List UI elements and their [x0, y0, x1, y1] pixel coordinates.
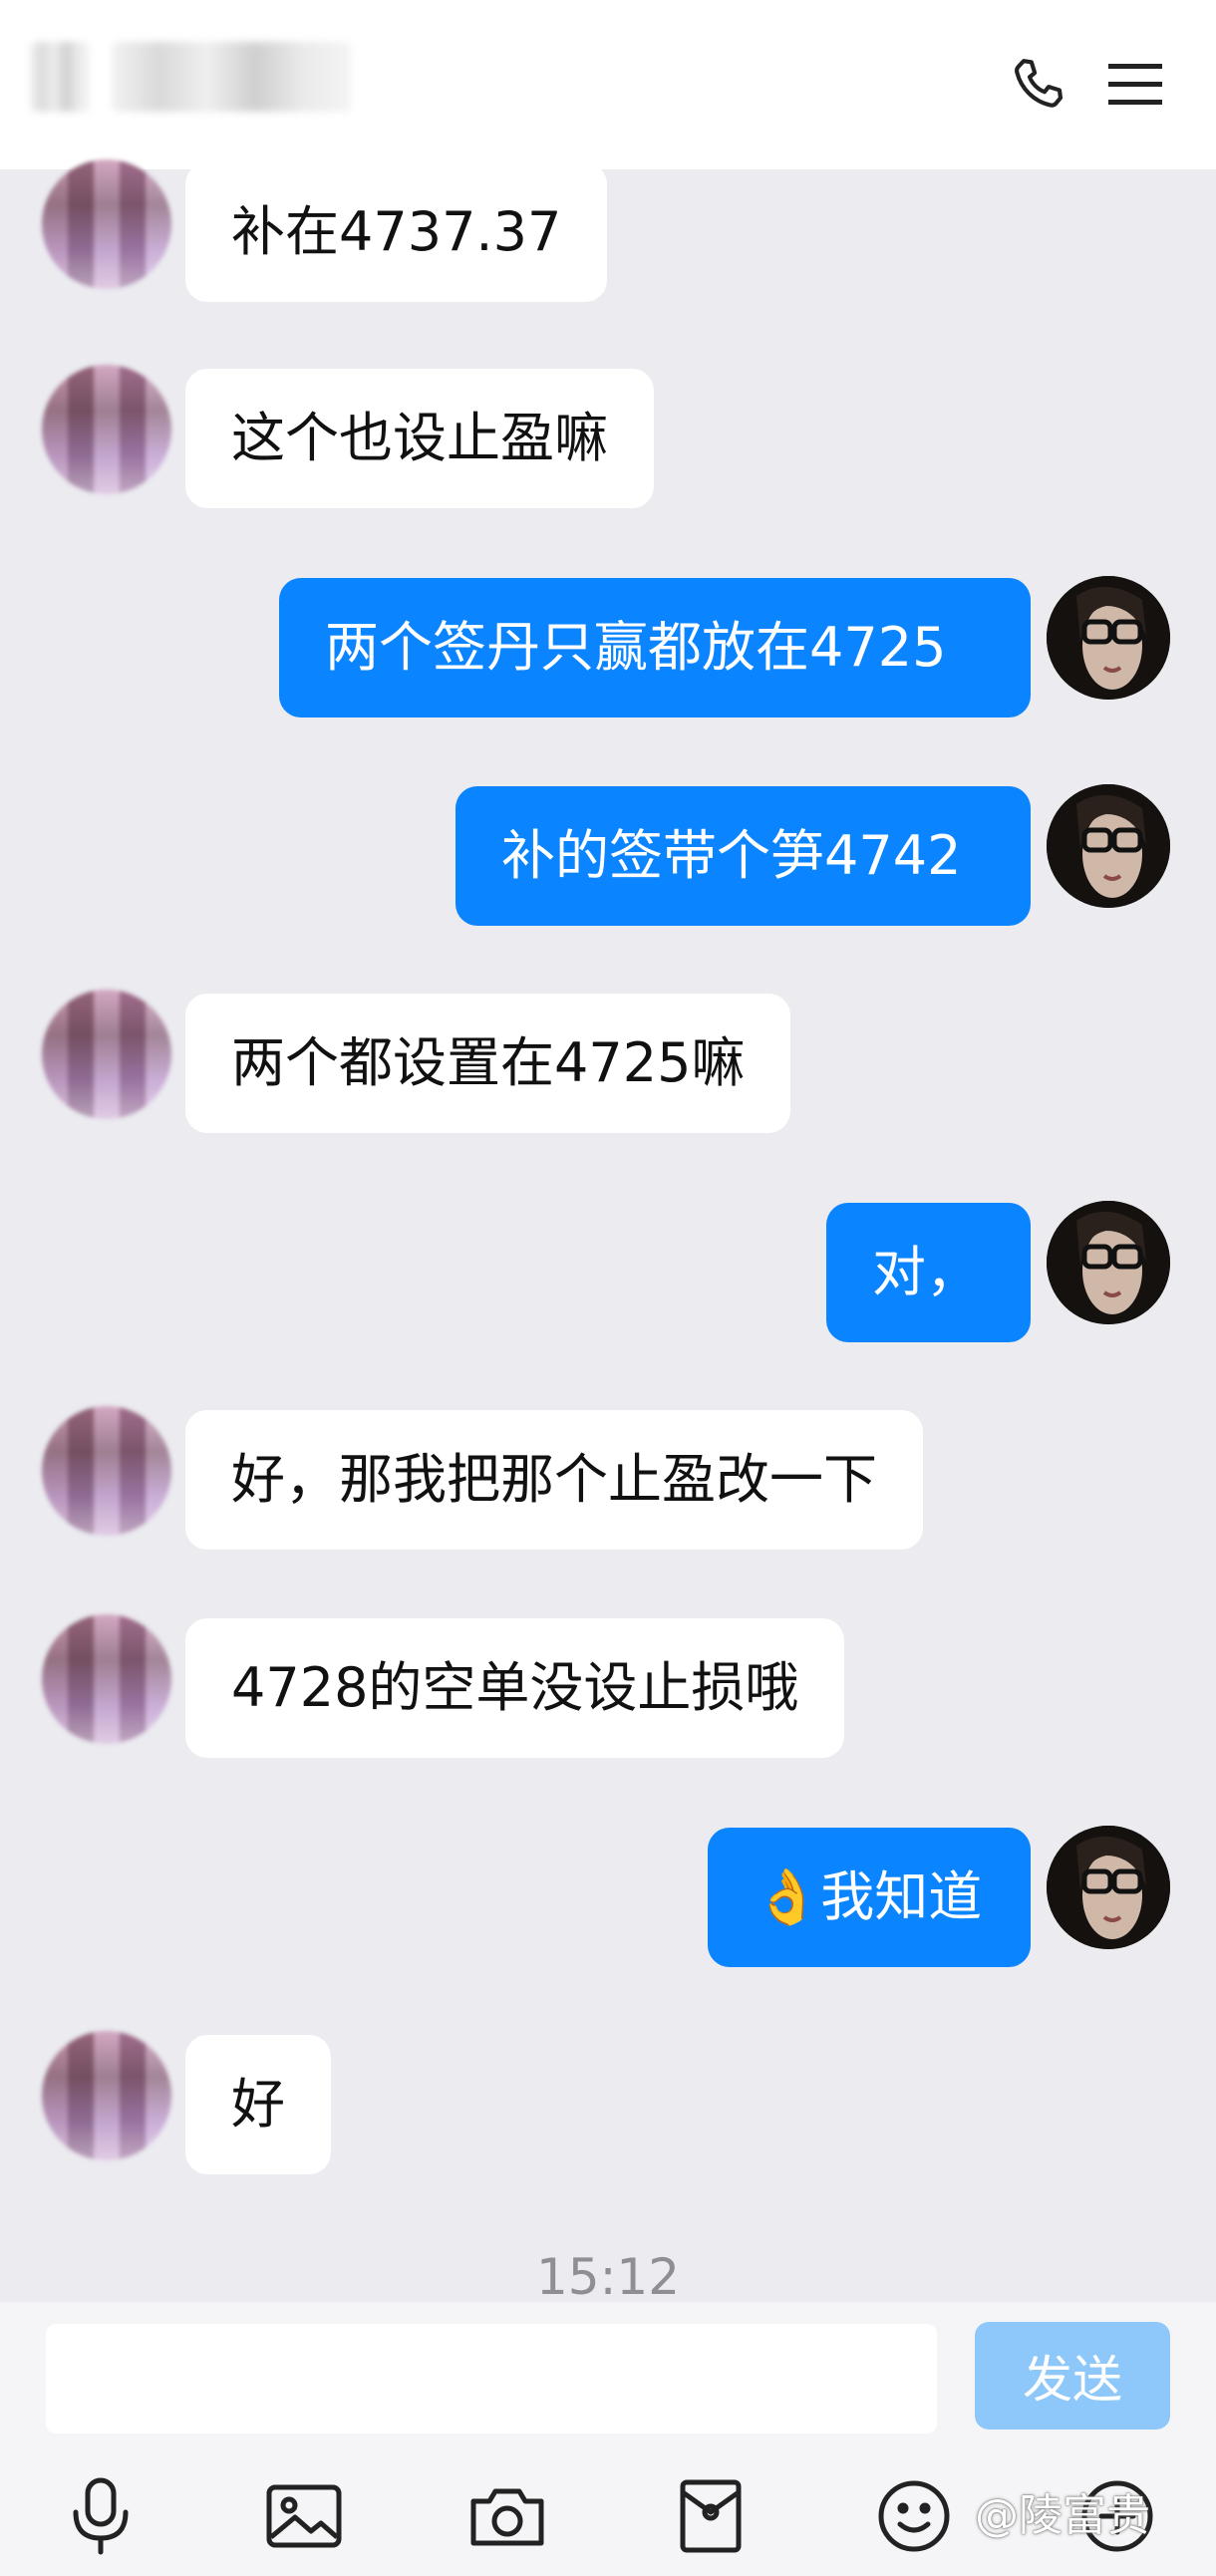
send-button[interactable]: 发送: [975, 2322, 1170, 2430]
outgoing-message[interactable]: 两个签丹只赢都放在4725: [279, 578, 1031, 717]
camera-icon[interactable]: [462, 2471, 552, 2561]
user-avatar[interactable]: [1047, 576, 1170, 700]
user-avatar[interactable]: [1047, 1826, 1170, 1949]
message-input[interactable]: [46, 2324, 937, 2433]
user-avatar[interactable]: [1047, 784, 1170, 908]
user-avatar[interactable]: [1047, 1201, 1170, 1324]
watermark: @陵富贵: [975, 2490, 1150, 2541]
contact-avatar[interactable]: [42, 1614, 171, 1744]
outgoing-message[interactable]: 补的签带个笋4742: [456, 786, 1031, 926]
message-list[interactable]: 补在4737.37 这个也设止盈嘛 两个签丹只赢都放在4725 补的签带个笋47…: [0, 0, 1216, 2302]
microphone-icon[interactable]: [56, 2471, 146, 2561]
message-timestamp: 15:12: [535, 2248, 681, 2306]
outgoing-message[interactable]: 👌我知道: [708, 1828, 1031, 1967]
incoming-message[interactable]: 好: [185, 2035, 331, 2174]
incoming-message[interactable]: 4728的空单没设止损哦: [185, 1618, 845, 1758]
contact-avatar[interactable]: [42, 365, 171, 494]
incoming-message[interactable]: 两个都设置在4725嘛: [185, 994, 791, 1133]
image-icon[interactable]: [259, 2471, 349, 2561]
outgoing-message[interactable]: 对，: [826, 1203, 1031, 1342]
incoming-message[interactable]: 这个也设止盈嘛: [185, 369, 654, 508]
contact-avatar[interactable]: [42, 2031, 171, 2160]
red-packet-icon[interactable]: [666, 2471, 756, 2561]
emoji-icon[interactable]: [869, 2471, 959, 2561]
contact-avatar[interactable]: [42, 159, 171, 289]
incoming-message[interactable]: 补在4737.37: [185, 162, 608, 302]
contact-avatar[interactable]: [42, 990, 171, 1119]
incoming-message[interactable]: 好，那我把那个止盈改一下: [185, 1410, 923, 1550]
contact-avatar[interactable]: [42, 1406, 171, 1536]
